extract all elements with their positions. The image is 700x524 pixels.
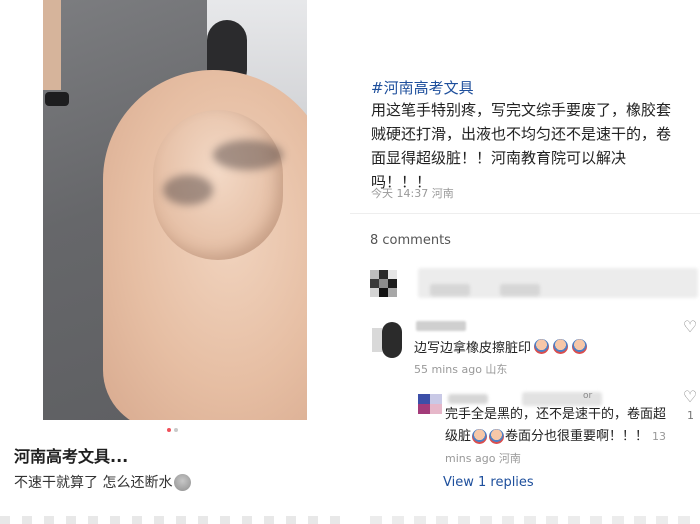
comment-text: 边写边拿橡皮擦脏印 [414,337,588,356]
face-emoji-icon [572,339,588,354]
comments-count: 8 comments [370,233,451,248]
face-emoji-icon [553,339,569,354]
blurred-avatar[interactable] [370,270,410,300]
photo-person-leg [43,0,61,90]
carousel-indicator [167,428,178,432]
sweat-emoji-icon [174,473,192,491]
comment-meta: 55 mins ago 山东 [414,363,508,376]
post-meta: 今天 14:37 河南 [371,187,454,200]
reply-text: 完手全是黑的，还不是速干的，卷面超级脏 卷面分也很重要啊！！！ 13 mins ag… [445,404,670,470]
carousel-dot [174,428,178,432]
like-heart-icon[interactable]: ♡ [682,319,698,335]
reply-avatar[interactable] [418,394,442,414]
carousel-dot-active [167,428,171,432]
cropped-next-content [0,516,350,524]
commenter-avatar[interactable] [372,322,404,360]
blurred-commenter-name [416,321,466,331]
face-emoji-icon [472,429,488,444]
blurred-username [500,284,540,296]
post-body-text: 不速干就算了 怎么还断水 [14,475,173,491]
face-emoji-icon [534,339,550,354]
reply-author-suffix: or [583,391,593,401]
post-body: 不速干就算了 怎么还断水 [14,472,192,492]
right-post-detail: #河南高考文具 用这笔手特别疼，写完文综手要废了，橡胶套贼硬还打滑，出液也不均匀… [350,0,700,524]
photo-ink-smudge [213,140,283,170]
reply-text-part2: 卷面分也很重要啊！！！ [505,429,649,444]
cropped-next-comment [370,516,690,524]
reply-like-count: 1 [687,409,694,422]
face-emoji-icon [489,429,505,444]
photo-person-shoe [45,92,69,106]
reply-like-heart-icon[interactable]: ♡ [682,389,698,405]
comment-text-content: 边写边拿橡皮擦脏印 [414,341,532,356]
blurred-reply-name [448,394,488,404]
photo-ink-smudge [163,175,213,205]
divider [350,213,700,214]
view-replies-link[interactable]: View 1 replies [443,475,534,490]
blurred-username [430,284,470,296]
post-content: 用这笔手特别疼，写完文综手要废了，橡胶套贼硬还打滑，出液也不均匀还不是速干的，卷… [371,101,672,191]
post-title[interactable]: 河南高考文具... [14,443,128,467]
post-photo[interactable] [43,0,307,420]
left-post-card[interactable]: 河南高考文具... 不速干就算了 怎么还断水 [0,0,350,524]
hashtag-link[interactable]: #河南高考文具 [371,77,474,98]
